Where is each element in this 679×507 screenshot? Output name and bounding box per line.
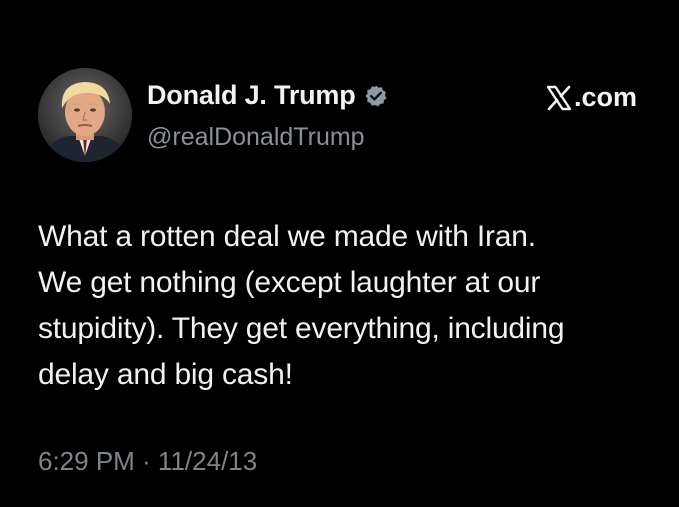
tweet-line: We get nothing (except laughter at our <box>38 266 541 299</box>
tweet-line: delay and big cash! <box>38 358 293 391</box>
tweet-timestamp[interactable]: 6:29 PM · 11/24/13 <box>38 446 257 477</box>
tweet-card: Donald J. Trump @realDonaldTrump .com Wh… <box>0 0 679 507</box>
tweet-line: stupidity). They get everything, includi… <box>38 312 565 345</box>
avatar[interactable] <box>38 68 132 162</box>
author-display-name[interactable]: Donald J. Trump <box>147 80 356 111</box>
verified-badge-icon <box>364 84 388 108</box>
author-handle[interactable]: @realDonaldTrump <box>147 123 365 152</box>
avatar-image <box>38 68 132 162</box>
brand-logo: .com <box>546 82 637 113</box>
tweet-body: What a rotten deal we made with Iran. We… <box>38 214 648 398</box>
author-name-row: Donald J. Trump <box>147 80 388 111</box>
tweet-line: What a rotten deal we made with Iran. <box>38 220 536 253</box>
brand-suffix: .com <box>574 82 638 112</box>
x-logo-icon <box>546 85 572 111</box>
